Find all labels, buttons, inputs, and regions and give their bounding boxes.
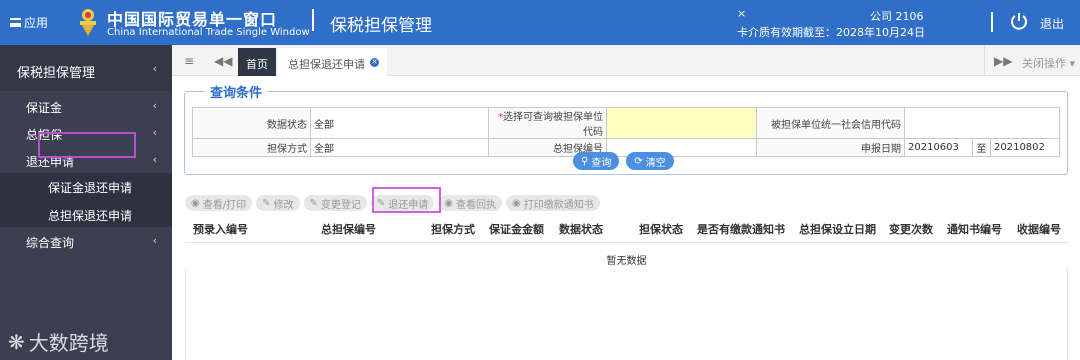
close-ops-dropdown[interactable]: 关闭操作 ▾	[1022, 55, 1075, 71]
field-label: 被担保单位统一社会信用代码	[756, 107, 905, 139]
field-label: 申报日期	[756, 138, 905, 157]
edit-icon: ✎	[309, 197, 318, 209]
app-menu-label: 应用	[24, 16, 49, 30]
app-menu-button[interactable]: 应用	[10, 14, 48, 31]
company-name: 公司 2106	[870, 10, 924, 23]
scroll-right-icon[interactable]: ▶▶	[994, 54, 1012, 68]
tab-label: 总担保退还申请	[288, 58, 365, 71]
scroll-left-icon[interactable]: ◀◀	[214, 54, 232, 68]
edit-button[interactable]: ✎ 修改	[256, 195, 300, 211]
sidebar-title[interactable]: 保税担保管理 ‹	[0, 45, 172, 91]
menu-toggle-icon[interactable]: ≡	[184, 54, 194, 68]
view-receipt-button[interactable]: ◉ 查看回执	[438, 195, 503, 211]
watermark: ❋ 大数跨境	[8, 327, 109, 356]
column-header[interactable]: 通知书编号	[939, 216, 1009, 243]
sidebar-subitem-deposit-refund[interactable]: 保证金退还申请	[48, 179, 132, 196]
field-label: 担保方式	[192, 138, 311, 157]
tab-home[interactable]: 首页	[238, 48, 276, 76]
refresh-icon: ⟳	[634, 155, 643, 167]
header-divider	[312, 9, 314, 31]
view-print-button[interactable]: ◉ 查看/打印	[185, 195, 253, 211]
column-header[interactable]: 担保状态	[631, 216, 689, 243]
date-to-input[interactable]: 20210802	[990, 138, 1060, 157]
date-range-separator: 至	[972, 138, 991, 157]
field-label: 数据状态	[192, 107, 311, 139]
sidebar: 保税担保管理 ‹ 保证金 ‹ 总担保 ‹ 退还申请 ‹ 保证金退还申请 总担保退…	[0, 45, 172, 360]
guaranteed-unit-code-select[interactable]	[606, 107, 757, 139]
button-label: 变更登记	[320, 199, 361, 211]
guarantee-method-select[interactable]: 全部	[310, 138, 489, 157]
search-icon: ⚲	[581, 155, 589, 167]
chevron-left-icon: ‹	[152, 126, 157, 139]
close-icon[interactable]: ✕	[370, 58, 379, 67]
power-icon[interactable]	[1010, 12, 1028, 30]
clear-button-label: 清空	[645, 157, 666, 169]
system-title: 保税担保管理	[330, 16, 432, 36]
sidebar-item-deposit[interactable]: 保证金 ‹	[0, 99, 172, 125]
sidebar-title-label: 保税担保管理	[17, 66, 96, 81]
button-label: 修改	[273, 199, 294, 211]
sidebar-item-label: 保证金	[26, 101, 63, 115]
column-header[interactable]: 变更次数	[881, 216, 939, 243]
date-from-input[interactable]: 20210603	[904, 138, 973, 157]
search-button[interactable]: ⚲ 查询	[573, 152, 620, 170]
brand-title-en: China International Trade Single Window	[107, 27, 310, 38]
query-row: 数据状态 全部 *选择可查询被担保单位代码 被担保单位统一社会信用代码	[192, 107, 1060, 139]
change-register-button[interactable]: ✎ 变更登记	[303, 195, 367, 211]
sidebar-item-label: 综合查询	[26, 236, 75, 250]
card-validity: 卡介质有效期截至：2028年10月24日	[737, 26, 925, 39]
print-payment-notice-button[interactable]: ◉ 打印缴款通知书	[506, 195, 600, 211]
search-button-label: 查询	[591, 157, 612, 169]
query-form: 数据状态 全部 *选择可查询被担保单位代码 被担保单位统一社会信用代码 担保方式…	[192, 107, 1060, 157]
column-header[interactable]: 数据状态	[551, 216, 631, 243]
table-header-row: 预录入编号 总担保编号 担保方式 保证金金额 数据状态 担保状态 是否有缴款通知…	[185, 216, 1068, 243]
chevron-left-icon: ‹	[152, 234, 157, 247]
highlight-box	[372, 187, 441, 213]
logout-button[interactable]: 退出	[1040, 15, 1064, 32]
column-header[interactable]: 预录入编号	[185, 216, 313, 243]
user-name: ×	[737, 7, 747, 20]
column-header[interactable]: 是否有缴款通知书	[689, 216, 791, 243]
column-header[interactable]: 收据编号	[1009, 216, 1068, 243]
button-label: 查看回执	[456, 199, 497, 211]
sidebar-item-general-query[interactable]: 综合查询 ‹	[0, 234, 172, 260]
eye-icon: ◉	[444, 197, 454, 209]
chevron-left-icon: ‹	[152, 99, 157, 112]
empty-state: 暂无数据	[606, 256, 647, 267]
eye-icon: ◉	[512, 197, 521, 209]
close-ops-label: 关闭操作	[1022, 57, 1066, 70]
column-header[interactable]: 担保方式	[423, 216, 481, 243]
column-header[interactable]: 总担保设立日期	[791, 216, 881, 243]
watermark-text: 大数跨境	[28, 331, 109, 355]
tab-guarantee-refund[interactable]: 总担保退还申请 ✕	[278, 48, 387, 76]
chevron-down-icon: ‹	[152, 153, 157, 166]
watermark-logo-icon: ❋	[8, 329, 25, 354]
clear-button[interactable]: ⟳ 清空	[626, 152, 674, 170]
query-buttons: ⚲ 查询 ⟳ 清空	[573, 152, 674, 170]
results-body	[185, 268, 1068, 360]
sidebar-submenu: 保证金退还申请 总担保退还申请	[0, 173, 172, 227]
sidebar-subitem-guarantee-refund[interactable]: 总担保退还申请	[48, 207, 132, 224]
data-status-select[interactable]: 全部	[310, 107, 489, 139]
field-label-required: *选择可查询被担保单位代码	[488, 107, 607, 139]
caret-down-icon: ▾	[1069, 57, 1076, 70]
tab-divider	[984, 45, 985, 75]
chevron-left-icon: ‹	[152, 62, 157, 75]
single-window-logo-icon	[80, 9, 96, 36]
results-table: 预录入编号 总担保编号 担保方式 保证金金额 数据状态 担保状态 是否有缴款通知…	[185, 216, 1068, 243]
edit-icon: ✎	[262, 197, 271, 209]
button-label: 查看/打印	[202, 199, 247, 211]
eye-icon: ◉	[191, 197, 200, 209]
field-label: 选择可查询被担保单位代码	[503, 112, 603, 138]
query-legend: 查询条件	[205, 82, 268, 101]
column-header[interactable]: 保证金金额	[481, 216, 551, 243]
header-divider-right	[991, 12, 993, 32]
highlight-box	[38, 132, 136, 158]
column-header[interactable]: 总担保编号	[313, 216, 423, 243]
button-label: 打印缴款通知书	[523, 199, 594, 211]
tab-bar: ≡ ◀◀ 首页 总担保退还申请 ✕ ▶▶ 关闭操作 ▾	[172, 45, 1080, 76]
credit-code-input[interactable]	[904, 107, 1060, 139]
hamburger-icon	[10, 18, 21, 27]
top-header: 应用 中国国际贸易单一窗口 China International Trade …	[0, 0, 1080, 45]
